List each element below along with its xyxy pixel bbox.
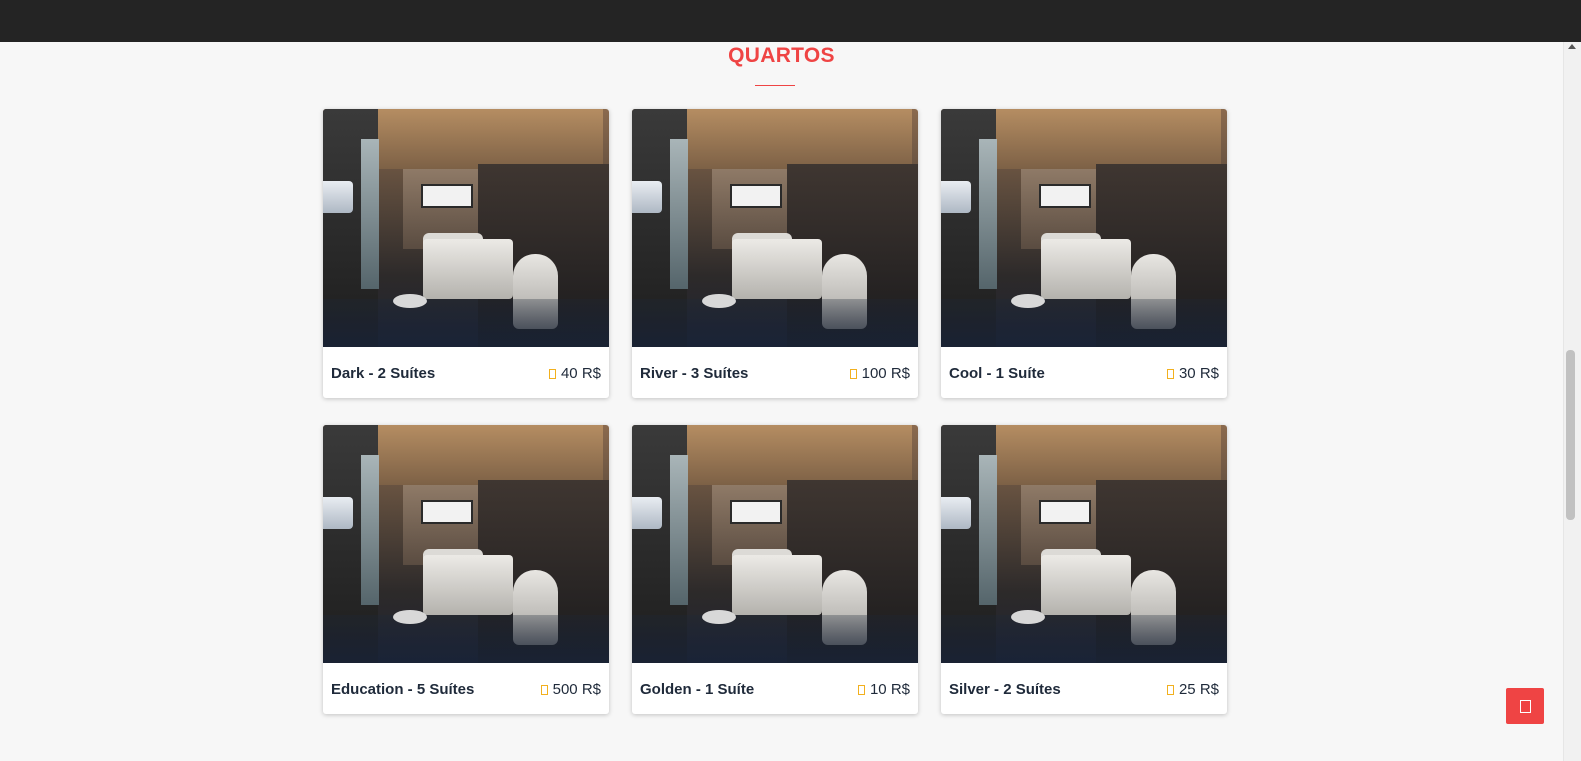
room-card[interactable]: Silver - 2 Suítes 25 R$ [941, 425, 1227, 714]
room-card-footer: Golden - 1 Suíte 10 R$ [632, 663, 918, 714]
room-card[interactable]: River - 3 Suítes 100 R$ [632, 109, 918, 398]
scroll-up-arrow-icon[interactable] [1568, 44, 1576, 49]
room-card[interactable]: Dark - 2 Suítes 40 R$ [323, 109, 609, 398]
room-image[interactable] [323, 109, 609, 347]
title-underline [755, 85, 795, 86]
room-price: 25 R$ [1166, 681, 1219, 698]
room-name[interactable]: Education - 5 Suítes [331, 681, 474, 698]
room-card-footer: Cool - 1 Suíte 30 R$ [941, 347, 1227, 398]
room-price-value: 10 R$ [869, 681, 910, 698]
room-price-value: 500 R$ [552, 681, 601, 698]
room-price: 100 R$ [849, 365, 910, 382]
room-name[interactable]: Dark - 2 Suítes [331, 365, 435, 382]
chat-icon [1520, 700, 1531, 713]
room-name[interactable]: Golden - 1 Suíte [640, 681, 754, 698]
room-price: 10 R$ [857, 681, 910, 698]
dollar-icon [1166, 368, 1174, 379]
room-price-value: 100 R$ [861, 365, 910, 382]
room-price-value: 40 R$ [560, 365, 601, 382]
dollar-icon [857, 684, 865, 695]
room-card-footer: Silver - 2 Suítes 25 R$ [941, 663, 1227, 714]
room-price: 40 R$ [548, 365, 601, 382]
room-image[interactable] [941, 109, 1227, 347]
dollar-icon [1166, 684, 1174, 695]
room-card[interactable]: Education - 5 Suítes 500 R$ [323, 425, 609, 714]
room-price-value: 25 R$ [1178, 681, 1219, 698]
section-title: QUARTOS [728, 44, 835, 67]
room-card[interactable]: Golden - 1 Suíte 10 R$ [632, 425, 918, 714]
dollar-icon [849, 368, 857, 379]
room-name[interactable]: River - 3 Suítes [640, 365, 748, 382]
room-card-footer: Dark - 2 Suítes 40 R$ [323, 347, 609, 398]
room-image[interactable] [941, 425, 1227, 663]
room-price: 30 R$ [1166, 365, 1219, 382]
room-image[interactable] [632, 425, 918, 663]
top-navbar [0, 0, 1581, 42]
room-card-footer: River - 3 Suítes 100 R$ [632, 347, 918, 398]
dollar-icon [540, 684, 548, 695]
room-name[interactable]: Cool - 1 Suíte [949, 365, 1045, 382]
room-name[interactable]: Silver - 2 Suítes [949, 681, 1061, 698]
room-card-footer: Education - 5 Suítes 500 R$ [323, 663, 609, 714]
room-image[interactable] [323, 425, 609, 663]
room-image[interactable] [632, 109, 918, 347]
room-card[interactable]: Cool - 1 Suíte 30 R$ [941, 109, 1227, 398]
room-price-value: 30 R$ [1178, 365, 1219, 382]
room-price: 500 R$ [540, 681, 601, 698]
dollar-icon [548, 368, 556, 379]
scrollbar-thumb[interactable] [1566, 350, 1575, 520]
chat-button[interactable] [1506, 688, 1544, 724]
